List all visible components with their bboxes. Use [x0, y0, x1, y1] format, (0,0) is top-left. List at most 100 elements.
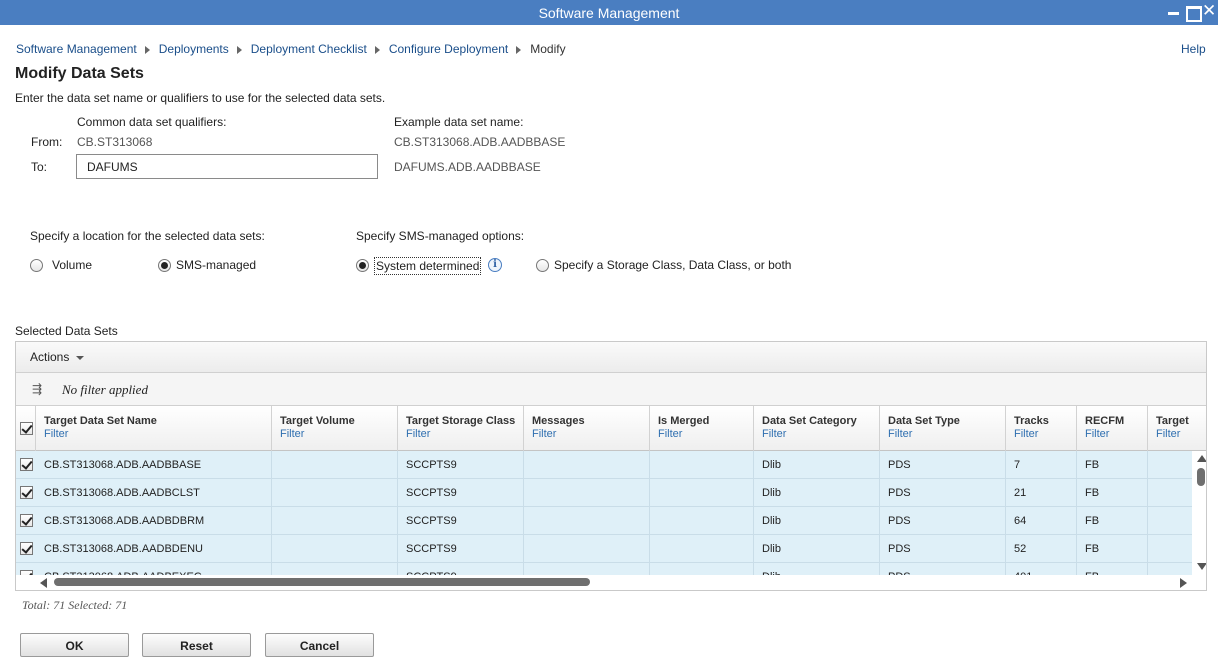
- volume-radio[interactable]: [30, 259, 43, 272]
- cell-is-merged: [650, 479, 754, 507]
- vertical-scroll-thumb[interactable]: [1197, 468, 1205, 486]
- table-row[interactable]: CB.ST313068.ADB.AADBDBRM SCCPTS9 Dlib PD…: [16, 507, 1192, 535]
- system-determined-radio[interactable]: [356, 259, 369, 272]
- close-icon[interactable]: ✕: [1202, 2, 1216, 19]
- scroll-left-icon[interactable]: [40, 578, 47, 588]
- cell-data-set-type: PDS: [880, 507, 1006, 535]
- from-value: CB.ST313068: [77, 135, 153, 149]
- cell-tracks: 401: [1006, 563, 1077, 575]
- cell-is-merged: [650, 535, 754, 563]
- breadcrumb: Software Management Deployments Deployment…: [16, 42, 566, 56]
- cell-target-data-set-name: CB.ST313068.ADB.AADBBASE: [36, 451, 272, 479]
- cell-is-merged: [650, 507, 754, 535]
- sms-managed-radio-label[interactable]: SMS-managed: [176, 258, 256, 272]
- breadcrumb-configure-deployment[interactable]: Configure Deployment: [389, 42, 508, 56]
- column-filter-link[interactable]: Filter: [888, 428, 1005, 440]
- example-name-label: Example data set name:: [394, 115, 524, 129]
- volume-radio-label[interactable]: Volume: [52, 258, 92, 272]
- actions-label: Actions: [30, 350, 70, 364]
- system-determined-label[interactable]: System determined: [373, 257, 482, 275]
- filter-arrows-icon[interactable]: ⇶: [32, 382, 48, 396]
- cell-tracks: 64: [1006, 507, 1077, 535]
- column-header-data-set-category[interactable]: Data Set Category Filter: [754, 406, 880, 451]
- column-header-messages[interactable]: Messages Filter: [524, 406, 650, 451]
- from-label: From:: [31, 135, 63, 149]
- window-title: Software Management: [538, 5, 680, 21]
- actions-menu-button[interactable]: Actions: [30, 350, 85, 364]
- scroll-up-icon[interactable]: [1197, 455, 1206, 462]
- row-checkbox[interactable]: [20, 514, 33, 527]
- cell-target-data-set-name: CB.ST313068.ADB.AADBEXEC: [36, 563, 272, 575]
- column-filter-link[interactable]: Filter: [1085, 428, 1147, 440]
- cell-target-storage-class: SCCPTS9: [398, 479, 524, 507]
- storage-class-radio[interactable]: [536, 259, 549, 272]
- cell-tracks: 52: [1006, 535, 1077, 563]
- help-link[interactable]: Help: [1181, 42, 1206, 56]
- select-all-checkbox[interactable]: [20, 422, 33, 435]
- cell-data-set-type: PDS: [880, 563, 1006, 575]
- maximize-icon[interactable]: [1185, 4, 1202, 22]
- cell-recfm: FB: [1077, 451, 1148, 479]
- column-header-tracks[interactable]: Tracks Filter: [1006, 406, 1077, 451]
- cell-target-storage-class: SCCPTS9: [398, 451, 524, 479]
- cell-target: [1148, 507, 1192, 535]
- sms-options-label: Specify SMS-managed options:: [356, 229, 525, 243]
- table-row[interactable]: CB.ST313068.ADB.AADBCLST SCCPTS9 Dlib PD…: [16, 479, 1192, 507]
- row-checkbox[interactable]: [20, 542, 33, 555]
- actions-toolbar: Actions: [16, 342, 1206, 373]
- column-filter-link[interactable]: Filter: [658, 428, 753, 440]
- cell-target-volume: [272, 479, 398, 507]
- cancel-button[interactable]: Cancel: [265, 633, 374, 657]
- scroll-right-icon[interactable]: [1180, 578, 1187, 588]
- info-icon[interactable]: i: [488, 258, 502, 272]
- vertical-scrollbar[interactable]: [1194, 451, 1206, 575]
- table-row[interactable]: CB.ST313068.ADB.AADBDENU SCCPTS9 Dlib PD…: [16, 535, 1192, 563]
- table-row[interactable]: CB.ST313068.ADB.AADBEXEC SCCPTS9 Dlib PD…: [16, 563, 1192, 575]
- column-header-data-set-type[interactable]: Data Set Type Filter: [880, 406, 1006, 451]
- column-filter-link[interactable]: Filter: [406, 428, 523, 440]
- table-header: Target Data Set Name Filter Target Volume…: [16, 406, 1206, 451]
- column-header-target-storage-class[interactable]: Target Storage Class Filter: [398, 406, 524, 451]
- cell-messages: [524, 507, 650, 535]
- selected-data-sets-label: Selected Data Sets: [15, 324, 118, 338]
- to-label: To:: [31, 160, 48, 174]
- minimize-icon[interactable]: [1167, 4, 1181, 19]
- column-filter-link[interactable]: Filter: [280, 428, 397, 440]
- column-filter-link[interactable]: Filter: [762, 428, 879, 440]
- to-qualifier-input[interactable]: [76, 154, 378, 179]
- column-filter-link[interactable]: Filter: [1156, 428, 1206, 440]
- cell-tracks: 21: [1006, 479, 1077, 507]
- column-filter-link[interactable]: Filter: [532, 428, 649, 440]
- storage-class-radio-label[interactable]: Specify a Storage Class, Data Class, or …: [554, 258, 791, 272]
- caret-down-icon: [76, 355, 85, 360]
- column-header-target[interactable]: Target Filter: [1148, 406, 1206, 451]
- table-row[interactable]: CB.ST313068.ADB.AADBBASE SCCPTS9 Dlib PD…: [16, 451, 1192, 479]
- sms-managed-radio[interactable]: [158, 259, 171, 272]
- column-header-recfm[interactable]: RECFM Filter: [1077, 406, 1148, 451]
- cell-data-set-type: PDS: [880, 479, 1006, 507]
- column-filter-link[interactable]: Filter: [1014, 428, 1076, 440]
- reset-button[interactable]: Reset: [142, 633, 251, 657]
- column-header-is-merged[interactable]: Is Merged Filter: [650, 406, 754, 451]
- ok-button[interactable]: OK: [20, 633, 129, 657]
- cell-target: [1148, 479, 1192, 507]
- horizontal-scroll-thumb[interactable]: [54, 578, 590, 586]
- column-filter-link[interactable]: Filter: [44, 428, 271, 440]
- window-title-bar: Software Management ✕: [0, 0, 1218, 25]
- cell-data-set-category: Dlib: [754, 479, 880, 507]
- cell-recfm: FB: [1077, 507, 1148, 535]
- horizontal-scrollbar[interactable]: [16, 575, 1192, 589]
- row-checkbox[interactable]: [20, 486, 33, 499]
- cell-target-data-set-name: CB.ST313068.ADB.AADBDBRM: [36, 507, 272, 535]
- row-checkbox[interactable]: [20, 458, 33, 471]
- cell-target-volume: [272, 451, 398, 479]
- cell-target-volume: [272, 535, 398, 563]
- scroll-down-icon[interactable]: [1197, 563, 1206, 570]
- breadcrumb-deployment-checklist[interactable]: Deployment Checklist: [251, 42, 367, 56]
- chevron-right-icon: [144, 45, 150, 54]
- column-header-target-volume[interactable]: Target Volume Filter: [272, 406, 398, 451]
- breadcrumb-software-management[interactable]: Software Management: [16, 42, 137, 56]
- filter-bar: ⇶ No filter applied: [16, 373, 1206, 406]
- column-header-target-data-set-name[interactable]: Target Data Set Name Filter: [36, 406, 272, 451]
- breadcrumb-deployments[interactable]: Deployments: [159, 42, 229, 56]
